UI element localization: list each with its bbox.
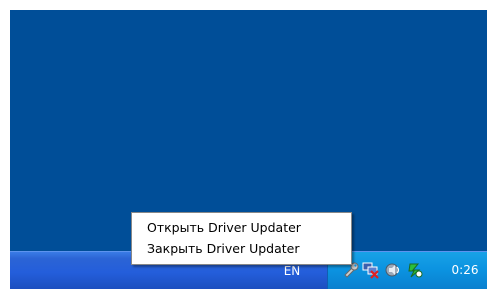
clock[interactable]: 0:26 xyxy=(445,262,485,278)
tray-context-menu: Открыть Driver Updater Закрыть Driver Up… xyxy=(131,212,352,265)
driver-updater-icon[interactable] xyxy=(406,261,424,279)
disconnected-network-icon[interactable] xyxy=(362,261,380,279)
screen: EN 0:26 Открыть Driver Updater Закрыть D… xyxy=(0,0,487,289)
menu-item-open-driver-updater[interactable]: Открыть Driver Updater xyxy=(132,217,351,238)
language-indicator[interactable]: EN xyxy=(278,263,306,279)
volume-icon[interactable] xyxy=(384,261,402,279)
menu-item-close-driver-updater[interactable]: Закрыть Driver Updater xyxy=(132,238,351,259)
